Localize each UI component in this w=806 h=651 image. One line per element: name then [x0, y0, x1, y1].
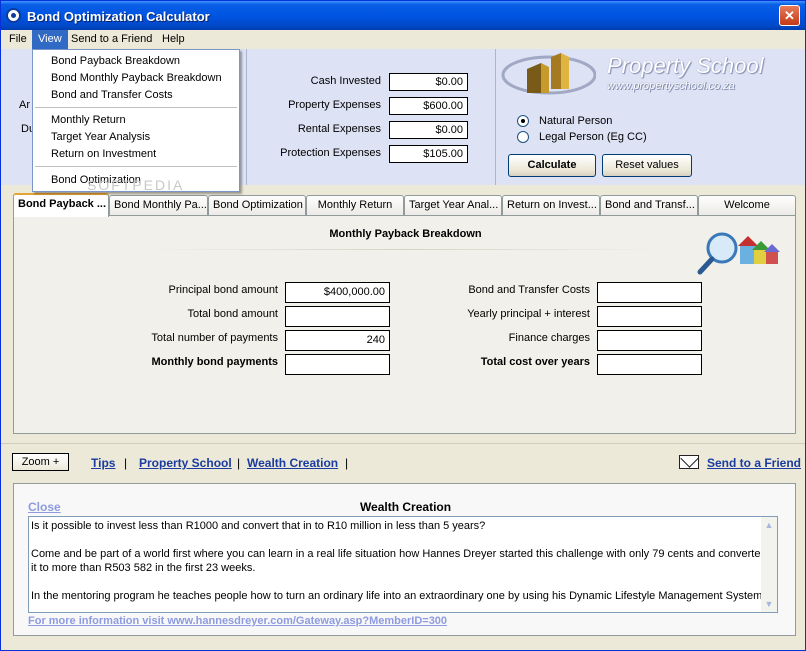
info-scrollbar[interactable]: ▲ ▼: [761, 517, 777, 612]
tab-target-year-analysis[interactable]: Target Year Anal...: [404, 195, 502, 215]
send-to-friend-link[interactable]: Send to a Friend: [707, 456, 801, 470]
link-separator: |: [124, 456, 128, 470]
section-divider: [144, 249, 664, 250]
app-window: Bond Optimization Calculator ✕ File View…: [0, 0, 806, 651]
menu-item-return-on-investment[interactable]: Return on Investment: [51, 147, 156, 162]
scroll-up-icon[interactable]: ▲: [761, 517, 777, 533]
view-menu-dropdown: Bond Payback Breakdown Bond Monthly Payb…: [32, 49, 240, 192]
cash-invested-input[interactable]: $0.00: [389, 73, 468, 91]
menu-bar: File View Send to a Friend Help: [1, 30, 805, 49]
legal-person-label: Legal Person (Eg CC): [539, 131, 647, 143]
tab-return-on-investment[interactable]: Return on Invest...: [502, 195, 600, 215]
property-school-logo: Property School www.propertyschool.co.za: [501, 49, 791, 99]
menu-item-target-year-analysis[interactable]: Target Year Analysis: [51, 130, 150, 145]
tab-content-panel: Monthly Payback Breakdown Principal bond…: [13, 215, 796, 434]
bond-transfer-costs-field[interactable]: [597, 282, 702, 303]
info-text-area[interactable]: Is it possible to invest less than R1000…: [28, 516, 778, 613]
bond-transfer-costs-label: Bond and Transfer Costs: [468, 284, 590, 296]
calculate-button[interactable]: Calculate: [508, 154, 596, 177]
menu-item-bond-payback-breakdown[interactable]: Bond Payback Breakdown: [51, 54, 180, 69]
total-bond-amount-field[interactable]: [285, 306, 390, 327]
yearly-principal-interest-field[interactable]: [597, 306, 702, 327]
rental-expenses-label: Rental Expenses: [297, 123, 381, 135]
protection-expenses-label: Protection Expenses: [280, 147, 381, 159]
info-paragraph: Is it possible to invest less than R1000…: [31, 520, 486, 532]
title-bar[interactable]: Bond Optimization Calculator ✕: [1, 1, 805, 30]
menu-item-bond-transfer-costs[interactable]: Bond and Transfer Costs: [51, 88, 173, 103]
legal-person-radio[interactable]: [517, 131, 529, 143]
menu-file[interactable]: File: [3, 30, 33, 49]
menu-item-monthly-return[interactable]: Monthly Return: [51, 113, 126, 128]
link-separator: |: [237, 456, 241, 470]
monthly-bond-payments-field[interactable]: [285, 354, 390, 375]
partial-label: Ar: [19, 99, 30, 111]
total-payments-label: Total number of payments: [151, 332, 278, 344]
property-expenses-label: Property Expenses: [288, 99, 381, 111]
menu-separator: [35, 107, 237, 108]
tab-monthly-return[interactable]: Monthly Return: [306, 195, 404, 215]
natural-person-label: Natural Person: [539, 115, 613, 127]
reset-values-button[interactable]: Reset values: [602, 154, 692, 177]
finance-charges-field[interactable]: [597, 330, 702, 351]
finance-charges-label: Finance charges: [508, 332, 590, 344]
tab-bond-optimization[interactable]: Bond Optimization: [208, 195, 306, 215]
app-icon: [6, 8, 21, 23]
menu-item-bond-monthly-payback-breakdown[interactable]: Bond Monthly Payback Breakdown: [51, 71, 222, 86]
cash-invested-label: Cash Invested: [310, 75, 381, 87]
menu-view[interactable]: View: [32, 30, 68, 49]
monthly-bond-payments-label: Monthly bond payments: [151, 356, 279, 368]
close-window-button[interactable]: ✕: [779, 5, 800, 26]
total-payments-field[interactable]: 240: [285, 330, 390, 351]
zoom-button[interactable]: Zoom +: [12, 453, 69, 471]
total-cost-label: Total cost over years: [480, 356, 590, 368]
menu-help[interactable]: Help: [156, 30, 191, 49]
info-panel: Close Wealth Creation Is it possible to …: [13, 483, 796, 636]
link-bar: Zoom + Tips | Property School | Wealth C…: [1, 443, 805, 479]
softpedia-watermark: SOFTPEDIA: [87, 177, 185, 193]
scroll-down-icon[interactable]: ▼: [761, 596, 777, 612]
link-separator: |: [345, 456, 349, 470]
tab-welcome[interactable]: Welcome: [698, 195, 796, 215]
principal-bond-amount-field[interactable]: $400,000.00: [285, 282, 390, 303]
tab-bond-transfer[interactable]: Bond and Transf...: [600, 195, 698, 215]
logo-mark-icon: [501, 53, 596, 95]
info-title: Wealth Creation: [359, 500, 452, 514]
section-title: Monthly Payback Breakdown: [329, 228, 482, 240]
total-bond-amount-label: Total bond amount: [187, 308, 278, 320]
tips-link[interactable]: Tips: [91, 456, 115, 470]
total-cost-field[interactable]: [597, 354, 702, 375]
property-expenses-input[interactable]: $600.00: [389, 97, 468, 115]
panel-divider: [246, 49, 247, 185]
principal-bond-amount-label: Principal bond amount: [168, 284, 278, 296]
protection-expenses-input[interactable]: $105.00: [389, 145, 468, 163]
panel-divider: [495, 49, 496, 185]
logo-url: www.propertyschool.co.za: [607, 80, 735, 92]
tab-bond-monthly-payback[interactable]: Bond Monthly Pa...: [109, 195, 208, 215]
magnifier-houses-icon: [697, 232, 780, 275]
property-school-link[interactable]: Property School: [139, 456, 232, 470]
envelope-icon[interactable]: [679, 455, 699, 469]
wealth-creation-link[interactable]: Wealth Creation: [247, 456, 338, 470]
natural-person-radio[interactable]: [517, 115, 529, 127]
menu-separator: [35, 166, 237, 167]
menu-send-to-friend[interactable]: Send to a Friend: [65, 30, 158, 49]
logo-name: Property School: [607, 53, 764, 78]
tab-bond-payback[interactable]: Bond Payback ...: [13, 193, 109, 217]
info-paragraph: In the mentoring program he teaches peop…: [31, 590, 766, 602]
rental-expenses-input[interactable]: $0.00: [389, 121, 468, 139]
info-paragraph: Come and be part of a world first where …: [31, 548, 767, 574]
more-info-link[interactable]: For more information visit www.hannesdre…: [28, 615, 447, 627]
window-title: Bond Optimization Calculator: [27, 9, 210, 24]
yearly-principal-interest-label: Yearly principal + interest: [467, 308, 590, 320]
